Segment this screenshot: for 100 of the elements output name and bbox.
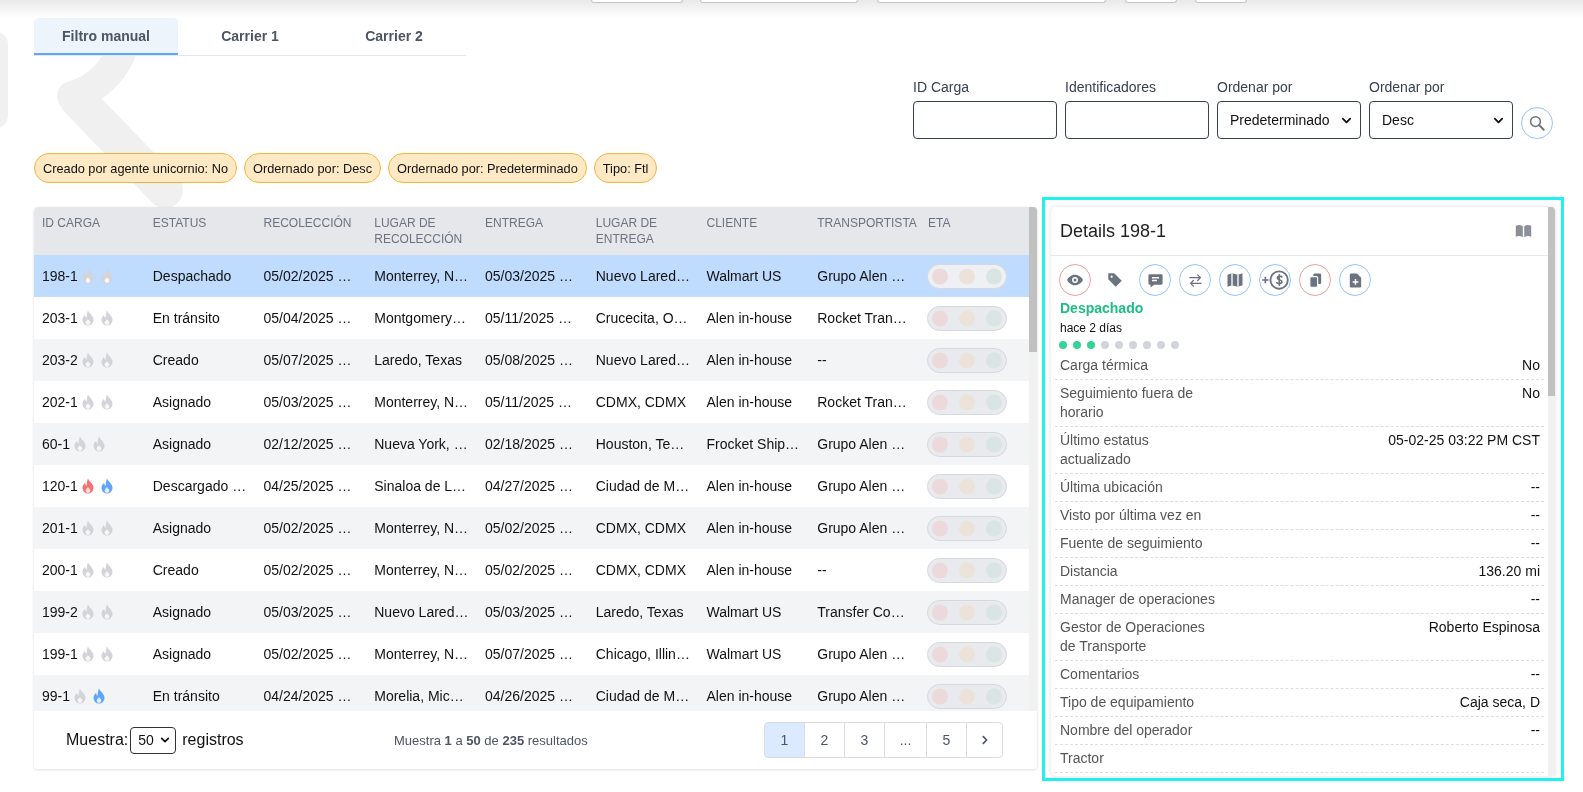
page-button[interactable]: 5	[926, 722, 967, 758]
page-size-select[interactable]: 50	[130, 726, 177, 754]
table-cell: Monterrey, N…	[374, 268, 469, 284]
table-cell: 05/07/2025 …	[263, 352, 352, 368]
field-value: 136.20 mi	[1478, 562, 1540, 581]
show-label: Muestra:	[66, 731, 129, 749]
table-row[interactable]: 198-1 Despachado 05/02/2025 … Monterrey, N… 05/03/2025 … Nuevo Lared… Walmart US Grupo Alen …	[34, 255, 1029, 297]
table-cell: Grupo Alen …	[817, 478, 906, 494]
page-button[interactable]: 2	[804, 722, 845, 758]
load-id: 199-2	[42, 604, 78, 620]
column-header: CLIENTE	[706, 215, 758, 231]
field-value: 05-02-25 03:22 PM CST	[1388, 431, 1540, 450]
table-cell: 05/02/2025 …	[485, 520, 573, 536]
traffic-light-icon	[927, 473, 1007, 499]
field-label: Gestor de Operaciones de Transporte	[1060, 618, 1206, 656]
table-row[interactable]: 203-2 Creado 05/07/2025 … Laredo, Texas 05/08/2025 … Nuevo Lared… Alen in-house --	[34, 339, 1029, 381]
table-cell: Nuevo Lared…	[374, 604, 469, 620]
table-cell: Alen in-house	[706, 310, 793, 326]
table-cell: Laredo, Texas	[595, 604, 684, 620]
table-cell: 05/02/2025 …	[263, 520, 352, 536]
table-cell: Chicago, Illin…	[595, 646, 690, 662]
view-button[interactable]	[1059, 264, 1091, 296]
table-cell: 04/26/2025 …	[485, 688, 573, 704]
table-cell: 05/08/2025 …	[485, 352, 573, 368]
book-icon[interactable]	[1515, 224, 1532, 238]
traffic-light-icon	[927, 347, 1007, 373]
sort-select[interactable]: Desc	[1369, 101, 1513, 139]
page-button[interactable]: ...	[884, 722, 927, 758]
table-row[interactable]: 199-2 Asignado 05/03/2025 … Nuevo Lared… 05/03/2025 … Laredo, Texas Walmart US Transfer Co…	[34, 591, 1029, 633]
traffic-light-icon	[927, 305, 1007, 331]
table-cell: 05/03/2025 …	[485, 268, 573, 284]
table-cell: 05/04/2025 …	[263, 310, 352, 326]
field-label: Tipo de equipamiento	[1060, 693, 1196, 712]
table-cell: 05/02/2025 …	[263, 646, 352, 662]
tab[interactable]: Filtro manual	[34, 18, 178, 55]
table-cell: Alen in-house	[706, 688, 793, 704]
load-id: 200-1	[42, 562, 78, 578]
table-cell: Walmart US	[706, 646, 782, 662]
swap-button[interactable]	[1179, 264, 1211, 296]
text-field[interactable]	[913, 101, 1057, 139]
column-header: ENTREGA	[485, 215, 543, 231]
page-button[interactable]: 1	[764, 722, 805, 758]
table-cell: En tránsito	[152, 688, 220, 704]
scrollbar-thumb[interactable]	[1548, 207, 1555, 396]
field-label: Identificadores	[1065, 79, 1158, 96]
filter-chip: Ordernado por: Desc	[244, 153, 382, 183]
field-label: Manager de operaciones	[1060, 590, 1216, 609]
table-cell: En tránsito	[152, 310, 220, 326]
status-text: Despachado	[1060, 299, 1144, 317]
field-label: Última ubicación	[1060, 478, 1164, 497]
table-cell: CDMX, CDMX	[595, 562, 686, 578]
page-button[interactable]: 3	[844, 722, 885, 758]
sort-select[interactable]: Predeterminado	[1217, 101, 1361, 139]
load-id: 201-1	[42, 520, 78, 536]
add-charge-button[interactable]	[1259, 264, 1291, 296]
field-label: ID Carga	[913, 79, 971, 96]
table-cell: Asignado	[152, 646, 212, 662]
table-row[interactable]: 60-1 Asignado 02/12/2025 … Nueva York, … 02/18/2025 … Houston, Te… Frocket Ship… Grupo Alen …	[34, 423, 1029, 465]
search-button[interactable]	[1521, 107, 1553, 139]
traffic-light-icon	[927, 263, 1007, 289]
scrollbar-thumb[interactable]	[1029, 207, 1037, 352]
table-cell: 02/18/2025 …	[485, 436, 573, 452]
table-cell: Asignado	[152, 520, 212, 536]
traffic-light-icon	[927, 431, 1007, 457]
table-cell: Alen in-house	[706, 394, 793, 410]
map-button[interactable]	[1219, 264, 1251, 296]
table-row[interactable]: 99-1 En tránsito 04/24/2025 … Morelia, Mic… 04/26/2025 … Ciudad de M… Alen in-house Grupo Alen …	[34, 675, 1029, 711]
table-cell: Grupo Alen …	[817, 646, 906, 662]
copy-button[interactable]	[1299, 264, 1331, 296]
table-cell: 05/11/2025 …	[485, 394, 572, 410]
table-cell: 05/11/2025 …	[485, 310, 572, 326]
add-document-button[interactable]	[1339, 264, 1371, 296]
text-field[interactable]	[1065, 101, 1209, 139]
field-label: Visto por última vez en	[1060, 506, 1203, 525]
column-header: ID CARGA	[42, 215, 100, 231]
table-row[interactable]: 201-1 Asignado 05/02/2025 … Monterrey, N… 05/02/2025 … CDMX, CDMX Alen in-house Grupo Alen …	[34, 507, 1029, 549]
plus-dollar-icon	[1261, 269, 1289, 291]
tab[interactable]: Carrier 1	[178, 18, 322, 55]
field-value: Roberto Espinosa	[1428, 618, 1540, 637]
field-label: Distancia	[1060, 562, 1119, 581]
field-label: Ordenar por	[1217, 79, 1294, 96]
table-cell: Nuevo Lared…	[595, 352, 690, 368]
message-button[interactable]	[1139, 264, 1171, 296]
records-label: registros	[182, 731, 244, 749]
details-title: Details 198-1	[1060, 220, 1167, 242]
table-cell: Montgomery…	[374, 310, 467, 326]
table-cell: Nueva York, …	[374, 436, 468, 452]
table-cell: Grupo Alen …	[817, 436, 906, 452]
tab[interactable]: Carrier 2	[322, 18, 466, 55]
table-cell: --	[817, 562, 827, 578]
column-header: ESTATUS	[152, 215, 207, 231]
field-label: Ordenar por	[1369, 79, 1446, 96]
table-cell: Monterrey, N…	[374, 562, 469, 578]
table-cell: Nuevo Lared…	[595, 268, 690, 284]
column-header: LUGAR DE ENTREGA	[595, 215, 659, 247]
field-label: Seguimiento fuera de horario	[1060, 384, 1195, 422]
field-label: Tractor	[1060, 749, 1105, 768]
results-summary: Muestra 1 a 50 de 235 resultados	[394, 732, 588, 748]
relative-time: hace 2 días	[1060, 320, 1123, 336]
field-value: --	[1530, 665, 1540, 684]
